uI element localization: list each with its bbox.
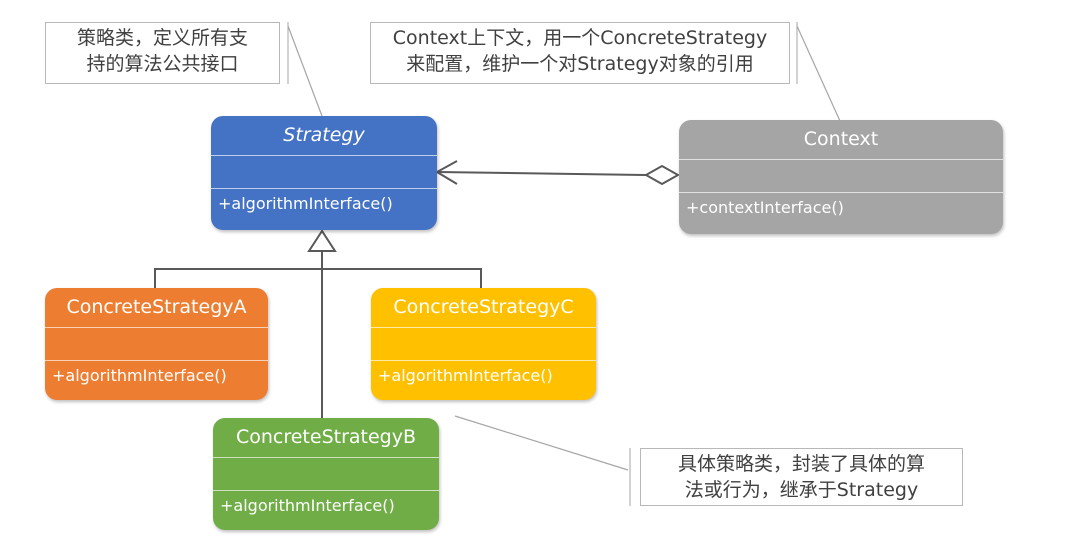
concrete-strategy-b-operations-divider — [213, 490, 439, 491]
context-note-pointer — [796, 25, 841, 122]
strategy-operation: +algorithmInterface() — [218, 194, 393, 213]
strategy-note-pointer — [287, 25, 323, 117]
context-note-line-1: Context上下文，用一个ConcreteStrategy — [392, 27, 768, 49]
concrete-note-line-1: 具体策略类，封装了具体的算 — [677, 453, 925, 475]
concrete-strategy-b-attributes-divider — [213, 457, 439, 458]
concrete-strategy-c-name: ConcreteStrategyC — [393, 296, 574, 318]
context-operations-divider — [679, 192, 1003, 193]
concrete-strategy-b-class[interactable]: ConcreteStrategyB +algorithmInterface() — [213, 418, 439, 530]
concrete-strategy-a-attributes-divider — [45, 327, 268, 328]
strategy-attributes-divider — [211, 155, 437, 156]
concrete-note-pointer — [454, 415, 629, 471]
context-class-name: Context — [803, 128, 879, 150]
concrete-note: 具体策略类，封装了具体的算 法或行为，继承于Strategy — [640, 448, 963, 506]
aggregation-line — [436, 171, 647, 176]
strategy-class-name: Strategy — [283, 124, 365, 146]
strategy-class[interactable]: Strategy +algorithmInterface() — [211, 116, 437, 230]
strategy-note: 策略类，定义所有支 持的算法公共接口 — [45, 22, 280, 84]
concrete-strategy-c-operations-divider — [371, 360, 596, 361]
aggregation-diamond — [643, 164, 681, 186]
concrete-strategy-c-class[interactable]: ConcreteStrategyC +algorithmInterface() — [371, 288, 596, 400]
context-note-line-2: 来配置，维护一个对Strategy对象的引用 — [406, 53, 754, 75]
concrete-strategy-b-name: ConcreteStrategyB — [235, 426, 417, 448]
concrete-strategy-a-class[interactable]: ConcreteStrategyA +algorithmInterface() — [45, 288, 268, 400]
strategy-note-line-1: 策略类，定义所有支 — [76, 27, 248, 49]
concrete-strategy-c-operation: +algorithmInterface() — [378, 366, 553, 385]
context-attributes-divider — [679, 159, 1003, 160]
context-operation: +contextInterface() — [686, 198, 844, 217]
strategy-operations-divider — [211, 188, 437, 189]
strategy-note-line-2: 持的算法公共接口 — [86, 53, 239, 75]
concrete-strategy-a-operations-divider — [45, 360, 268, 361]
concrete-strategy-a-operation: +algorithmInterface() — [52, 366, 227, 385]
concrete-note-line-2: 法或行为，继承于Strategy — [684, 479, 919, 501]
context-class[interactable]: Context +contextInterface() — [679, 120, 1003, 234]
context-note: Context上下文，用一个ConcreteStrategy 来配置，维护一个对… — [370, 22, 790, 84]
concrete-strategy-c-attributes-divider — [371, 327, 596, 328]
concrete-strategy-b-operation: +algorithmInterface() — [220, 496, 395, 515]
inheritance-triangle — [307, 229, 337, 252]
concrete-strategy-a-name: ConcreteStrategyA — [66, 296, 247, 318]
inheritance-branch — [154, 268, 482, 288]
